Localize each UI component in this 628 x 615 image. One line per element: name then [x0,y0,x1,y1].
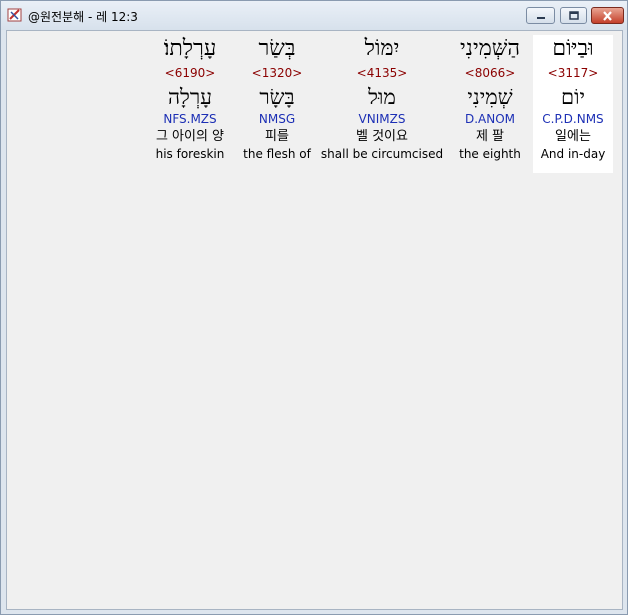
hebrew-word: עָרְלָתוֹ׃ [163,36,217,61]
app-window: @원전분해 - 레 12:3 וּבַיּוֹם <3117> יוֹם C.P… [0,0,628,615]
word-column[interactable]: יִמּוֹל <4135> מוּל VNIMZS 벨 것이요 shall b… [319,35,445,173]
bible-app-icon[interactable] [7,7,23,23]
hebrew-word: וּבַיּוֹם [552,36,594,61]
hebrew-lemma: שְׁמִינִי [467,85,513,109]
hebrew-lemma: עָרְלָה [167,85,213,109]
english-gloss: shall be circumcised [320,147,444,161]
word-column[interactable]: וּבַיּוֹם <3117> יוֹם C.P.D.NMS 일에는 And … [533,35,613,173]
strong-number[interactable]: <3117> [533,65,613,81]
english-gloss: his foreskin [155,147,225,161]
interlinear-panel[interactable]: וּבַיּוֹם <3117> יוֹם C.P.D.NMS 일에는 And … [6,30,623,610]
strong-number[interactable]: <8066> [451,65,529,81]
minimize-button[interactable] [526,7,555,24]
english-gloss: the eighth [459,147,521,161]
korean-gloss: 벨 것이요 [356,129,408,144]
close-button[interactable] [591,7,624,24]
word-column[interactable]: הַשְּׁמִינִי <8066> שְׁמִינִי D.ANOM 제 팔… [451,35,529,173]
hebrew-word: בְּשַׂר [258,36,296,61]
close-icon [603,10,612,21]
korean-gloss: 그 아이의 양 [155,129,225,144]
word-column[interactable]: עָרְלָתוֹ׃ <6190> עָרְלָה NFS.MZS 그 아이의 … [145,35,235,173]
strong-number[interactable]: <1320> [241,65,313,81]
english-gloss: the flesh of [243,147,311,161]
hebrew-lemma: בָּשָׂר [259,85,295,109]
window-title: @원전분해 - 레 12:3 [28,10,138,24]
korean-gloss: 제 팔 [475,129,505,144]
english-gloss: And in-day [540,147,606,161]
morphology-code: NMSG [258,112,296,126]
morphology-code: C.P.D.NMS [542,112,604,126]
hebrew-lemma: מוּל [368,85,396,109]
hebrew-word: יִמּוֹל [364,36,400,61]
korean-gloss: 일에는 [555,129,591,144]
morphology-code: VNIMZS [358,112,406,126]
morphology-code: D.ANOM [464,112,516,126]
strong-number[interactable]: <6190> [145,65,235,81]
hebrew-lemma: יוֹם [561,85,585,109]
strong-number[interactable]: <4135> [319,65,445,81]
minimize-icon [536,16,545,19]
morphology-code: NFS.MZS [163,112,217,126]
korean-gloss: 피를 [265,129,289,144]
maximize-icon [568,11,579,20]
maximize-button[interactable] [560,7,587,24]
hebrew-word: הַשְּׁמִינִי [460,36,520,61]
title-bar[interactable]: @원전분해 - 레 12:3 [1,1,627,30]
word-column[interactable]: בְּשַׂר <1320> בָּשָׂר NMSG 피를 the flesh… [241,35,313,173]
